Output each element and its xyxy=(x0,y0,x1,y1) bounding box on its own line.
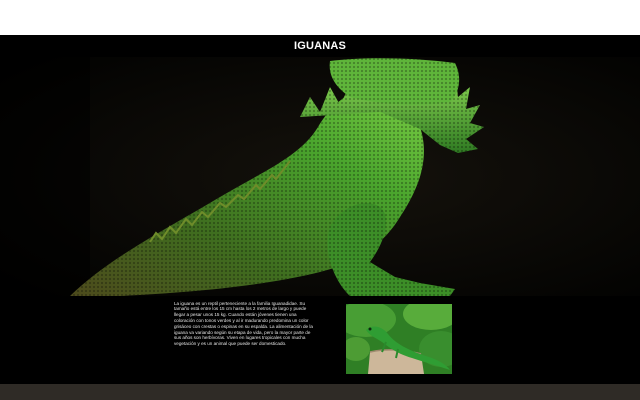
hero-image xyxy=(0,57,640,296)
iguana-description: La iguana es un reptil perteneciente a l… xyxy=(174,300,313,347)
browser-top-strip xyxy=(0,0,640,36)
page-title: IGUANAS xyxy=(293,40,347,52)
page: IGUANAS La iguana es un reptil perteneci… xyxy=(0,0,640,400)
lizard-thumbnail xyxy=(346,304,452,374)
green-lizard-icon xyxy=(346,304,452,374)
footer-band xyxy=(0,384,640,400)
content-section: La iguana es un reptil perteneciente a l… xyxy=(0,296,640,384)
page-header: IGUANAS xyxy=(0,35,640,57)
iguana-illustration xyxy=(0,57,640,296)
